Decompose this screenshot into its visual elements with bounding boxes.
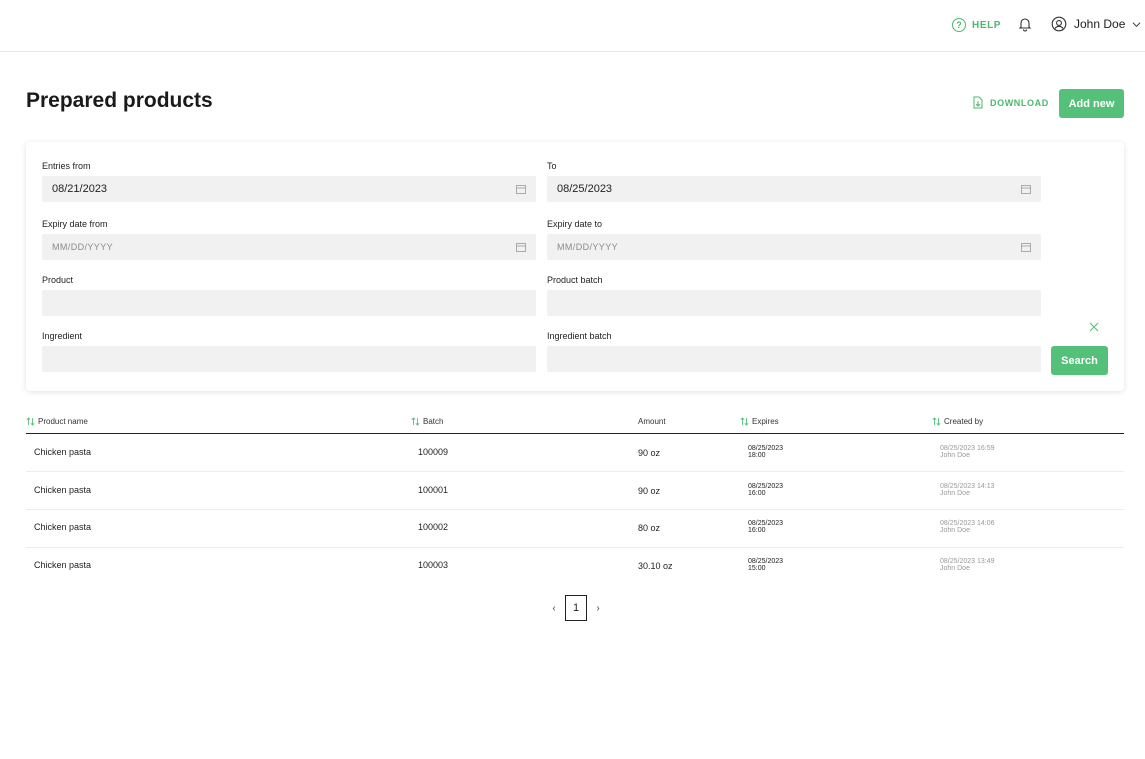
column-header-amount: Amount [638,417,666,426]
product-input[interactable] [42,290,536,316]
cell-created: 08/25/2023 14:06 John Doe [940,520,995,534]
user-name: John Doe [1074,17,1126,31]
cell-amount: 90 oz [638,448,661,458]
ingredient-input[interactable] [42,346,536,372]
next-page-button[interactable]: › [595,603,601,614]
row-divider [26,547,1124,548]
download-label: DOWNLOAD [990,97,1049,108]
cell-batch: 100001 [418,485,449,495]
created-by: John Doe [940,452,970,459]
product-batch-input[interactable] [547,290,1041,316]
cell-amount: 80 oz [638,523,661,533]
help-label: HELP [972,19,1002,31]
user-icon [1051,16,1067,32]
cell-product[interactable]: Chicken pasta [34,447,91,457]
cell-expires: 08/25/2023 16:00 [748,520,783,534]
cell-created: 08/25/2023 14:13 John Doe [940,483,995,497]
expires-date: 08/25/2023 [748,483,784,490]
sort-icon [932,417,941,426]
created-at: 08/25/2023 16:59 [940,445,995,452]
column-header-label: Created by [944,417,984,426]
help-link[interactable]: ? HELP [952,16,1001,34]
expiry-to-label: Expiry date to [547,219,603,229]
expires-date: 08/25/2023 [748,445,784,452]
page-number-button[interactable]: 1 [565,595,587,621]
row-divider [26,509,1124,510]
calendar-icon[interactable] [516,242,526,252]
cell-batch: 100002 [418,522,449,532]
created-at: 08/25/2023 14:06 [940,520,995,527]
expiry-to-input[interactable]: MM/DD/YYYY [547,234,1041,260]
expiry-from-label: Expiry date from [42,219,108,229]
search-button[interactable]: Search [1051,346,1108,375]
page-title: Prepared products [26,89,213,112]
expires-time: 18:00 [748,452,766,459]
chevron-down-icon [1132,21,1141,27]
created-at: 08/25/2023 14:13 [940,483,995,490]
to-input[interactable]: 08/25/2023 [547,176,1041,202]
cell-batch: 100003 [418,560,449,570]
expires-date: 08/25/2023 [748,558,784,565]
to-label: To [547,161,557,171]
cell-expires: 08/25/2023 18:00 [748,445,783,459]
cell-product[interactable]: Chicken pasta [34,485,91,495]
cell-created: 08/25/2023 13:49 John Doe [940,558,995,572]
expires-time: 15:00 [748,565,766,572]
column-header-label: Product name [38,417,88,426]
created-by: John Doe [940,527,970,534]
download-button[interactable]: DOWNLOAD [972,96,1049,109]
column-header-expires[interactable]: Expires [740,417,779,426]
expiry-from-placeholder: MM/DD/YYYY [52,242,114,252]
ingredient-batch-label: Ingredient batch [547,331,612,341]
entries-from-label: Entries from [42,161,91,171]
row-divider [26,471,1124,472]
created-at: 08/25/2023 13:49 [940,558,995,565]
user-menu[interactable]: John Doe [1051,15,1141,33]
expires-time: 16:00 [748,490,766,497]
cell-expires: 08/25/2023 16:00 [748,483,783,497]
sort-icon [411,417,420,426]
calendar-icon[interactable] [1021,184,1031,194]
cell-amount: 30.10 oz [638,561,673,571]
calendar-icon[interactable] [1021,242,1031,252]
sort-icon [740,417,749,426]
column-header-batch[interactable]: Batch [411,417,443,426]
cell-created: 08/25/2023 16:59 John Doe [940,445,995,459]
pagination: ‹ 1 › [551,595,601,621]
prev-page-button[interactable]: ‹ [551,603,557,614]
created-by: John Doe [940,490,970,497]
product-label: Product [42,275,74,285]
column-header-label: Batch [423,417,444,426]
expires-time: 16:00 [748,527,766,534]
column-header-created-by[interactable]: Created by [932,417,983,426]
cell-expires: 08/25/2023 15:00 [748,558,783,572]
expiry-to-placeholder: MM/DD/YYYY [557,242,619,252]
table-header-divider [26,433,1124,434]
top-bar: ? HELP John Doe [0,0,1145,52]
expiry-from-input[interactable]: MM/DD/YYYY [42,234,536,260]
ingredient-label: Ingredient [42,331,83,341]
expires-date: 08/25/2023 [748,520,784,527]
bell-icon[interactable] [1017,16,1033,32]
ingredient-batch-input[interactable] [547,346,1041,372]
column-header-label: Amount [638,417,666,426]
add-new-button[interactable]: Add new [1059,89,1124,118]
calendar-icon[interactable] [516,184,526,194]
help-icon: ? [952,18,966,32]
column-header-label: Expires [752,417,779,426]
created-by: John Doe [940,565,970,572]
cell-batch: 100009 [418,447,449,457]
clear-icon[interactable] [1088,321,1100,333]
sort-icon [26,417,35,426]
column-header-product-name[interactable]: Product name [26,417,88,426]
entries-from-value: 08/21/2023 [52,183,108,195]
to-value: 08/25/2023 [557,183,613,195]
cell-amount: 90 oz [638,486,661,496]
product-batch-label: Product batch [547,275,603,285]
download-icon [973,96,983,109]
cell-product[interactable]: Chicken pasta [34,560,91,570]
cell-product[interactable]: Chicken pasta [34,522,91,532]
entries-from-input[interactable]: 08/21/2023 [42,176,536,202]
